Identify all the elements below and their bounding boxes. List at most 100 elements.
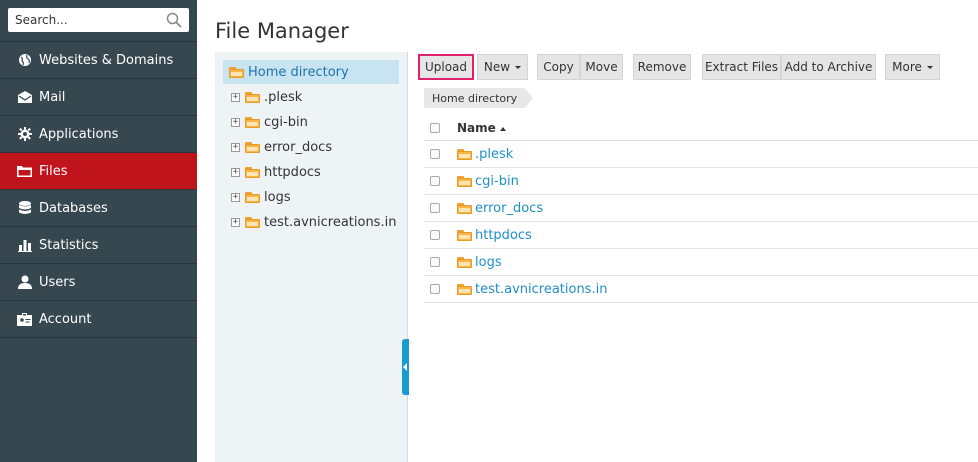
folder-icon	[245, 116, 260, 128]
sidebar-item-applications[interactable]: Applications	[0, 116, 197, 153]
new-button[interactable]: New	[477, 54, 528, 80]
sidebar-nav: Websites & Domains Mail Applications Fil…	[0, 41, 197, 338]
tree-item-label: .plesk	[264, 89, 303, 105]
table-row: cgi-bin	[424, 168, 978, 195]
copy-button-label: Copy	[543, 60, 574, 74]
add-to-archive-button[interactable]: Add to Archive	[781, 54, 876, 80]
table-row: error_docs	[424, 195, 978, 222]
sidebar: Websites & Domains Mail Applications Fil…	[0, 0, 197, 462]
expand-icon[interactable]: +	[231, 217, 240, 227]
copy-button[interactable]: Copy	[537, 54, 580, 80]
search-input[interactable]	[8, 8, 158, 32]
table-row: httpdocs	[424, 222, 978, 249]
file-link[interactable]: cgi-bin	[475, 174, 519, 189]
upload-button-label: Upload	[424, 60, 468, 74]
tree-root-label: Home directory	[248, 64, 349, 80]
move-button-label: Move	[585, 60, 618, 74]
tree-item[interactable]: + test.avnicreations.in	[231, 212, 396, 232]
sidebar-item-account[interactable]: Account	[0, 301, 197, 338]
tree-root-home-directory[interactable]: Home directory	[223, 60, 399, 84]
folder-icon	[229, 66, 244, 78]
expand-icon[interactable]: +	[231, 142, 240, 152]
row-checkbox[interactable]	[430, 284, 440, 294]
sidebar-item-label: Account	[39, 311, 92, 327]
tree-item-label: test.avnicreations.in	[264, 214, 397, 230]
sidebar-item-users[interactable]: Users	[0, 264, 197, 301]
expand-icon[interactable]: +	[231, 117, 240, 127]
file-link[interactable]: logs	[475, 255, 502, 270]
tree-item[interactable]: + cgi-bin	[231, 112, 308, 132]
row-checkbox[interactable]	[430, 176, 440, 186]
collapse-panel-handle[interactable]	[402, 339, 409, 395]
envelope-icon	[17, 90, 32, 105]
folder-icon	[457, 229, 472, 241]
globe-icon	[17, 53, 32, 68]
sidebar-item-label: Users	[39, 274, 76, 290]
search-icon[interactable]	[166, 12, 182, 32]
row-checkbox[interactable]	[430, 257, 440, 267]
folder-tree: Home directory + .plesk + cgi-bin + erro…	[215, 52, 408, 462]
move-button[interactable]: Move	[580, 54, 623, 80]
sidebar-item-statistics[interactable]: Statistics	[0, 227, 197, 264]
tree-item[interactable]: + .plesk	[231, 87, 302, 107]
breadcrumb[interactable]: Home directory	[424, 88, 534, 108]
new-button-label: New	[483, 60, 511, 74]
sidebar-item-label: Websites & Domains	[39, 52, 174, 68]
remove-button[interactable]: Remove	[633, 54, 691, 80]
tree-item-label: logs	[264, 189, 291, 205]
file-link[interactable]: .plesk	[475, 147, 513, 162]
more-button-label: More	[892, 60, 922, 74]
add-to-archive-button-label: Add to Archive	[784, 60, 873, 74]
row-checkbox[interactable]	[430, 149, 440, 159]
tree-item[interactable]: + error_docs	[231, 137, 332, 157]
name-column-header[interactable]: Name	[457, 121, 506, 135]
tree-item-label: httpdocs	[264, 164, 321, 180]
table-row: logs	[424, 249, 978, 276]
sidebar-item-databases[interactable]: Databases	[0, 190, 197, 227]
bar-chart-icon	[17, 238, 32, 253]
expand-icon[interactable]: +	[231, 92, 240, 102]
tree-item[interactable]: + logs	[231, 187, 291, 207]
sidebar-item-label: Databases	[39, 200, 108, 216]
account-icon	[17, 312, 32, 327]
sidebar-item-label: Statistics	[39, 237, 99, 253]
expand-icon[interactable]: +	[231, 167, 240, 177]
folder-icon	[457, 148, 472, 160]
sidebar-item-files[interactable]: Files	[0, 153, 197, 190]
gear-icon	[17, 127, 32, 142]
user-icon	[17, 275, 32, 290]
name-column-label: Name	[457, 121, 496, 135]
folder-icon	[457, 175, 472, 187]
folder-icon	[245, 216, 260, 228]
folder-icon	[245, 141, 260, 153]
sidebar-item-label: Applications	[39, 126, 119, 142]
caret-down-icon	[926, 65, 933, 69]
folder-icon	[17, 164, 32, 179]
upload-button[interactable]: Upload	[418, 54, 474, 80]
remove-button-label: Remove	[637, 60, 687, 74]
table-row: .plesk	[424, 141, 978, 168]
sort-ascending-icon	[499, 126, 506, 131]
extract-files-button[interactable]: Extract Files	[702, 54, 781, 80]
sidebar-item-websites-domains[interactable]: Websites & Domains	[0, 42, 197, 79]
expand-icon[interactable]: +	[231, 192, 240, 202]
row-checkbox[interactable]	[430, 203, 440, 213]
row-checkbox[interactable]	[430, 230, 440, 240]
file-link[interactable]: httpdocs	[475, 228, 532, 243]
page-title: File Manager	[215, 19, 349, 43]
more-button[interactable]: More	[885, 54, 940, 80]
sidebar-item-label: Mail	[39, 89, 66, 105]
select-all-checkbox[interactable]	[430, 123, 440, 133]
search-box[interactable]	[8, 8, 189, 32]
folder-icon	[245, 166, 260, 178]
breadcrumb-item: Home directory	[432, 91, 518, 105]
caret-down-icon	[515, 65, 522, 69]
file-link[interactable]: test.avnicreations.in	[475, 282, 607, 297]
sidebar-item-label: Files	[39, 163, 68, 179]
folder-icon	[245, 91, 260, 103]
tree-item[interactable]: + httpdocs	[231, 162, 321, 182]
file-link[interactable]: error_docs	[475, 201, 543, 216]
file-table: Name .plesk cgi-bin error_docs httpdocs …	[424, 116, 978, 303]
extract-files-button-label: Extract Files	[704, 60, 779, 74]
sidebar-item-mail[interactable]: Mail	[0, 79, 197, 116]
